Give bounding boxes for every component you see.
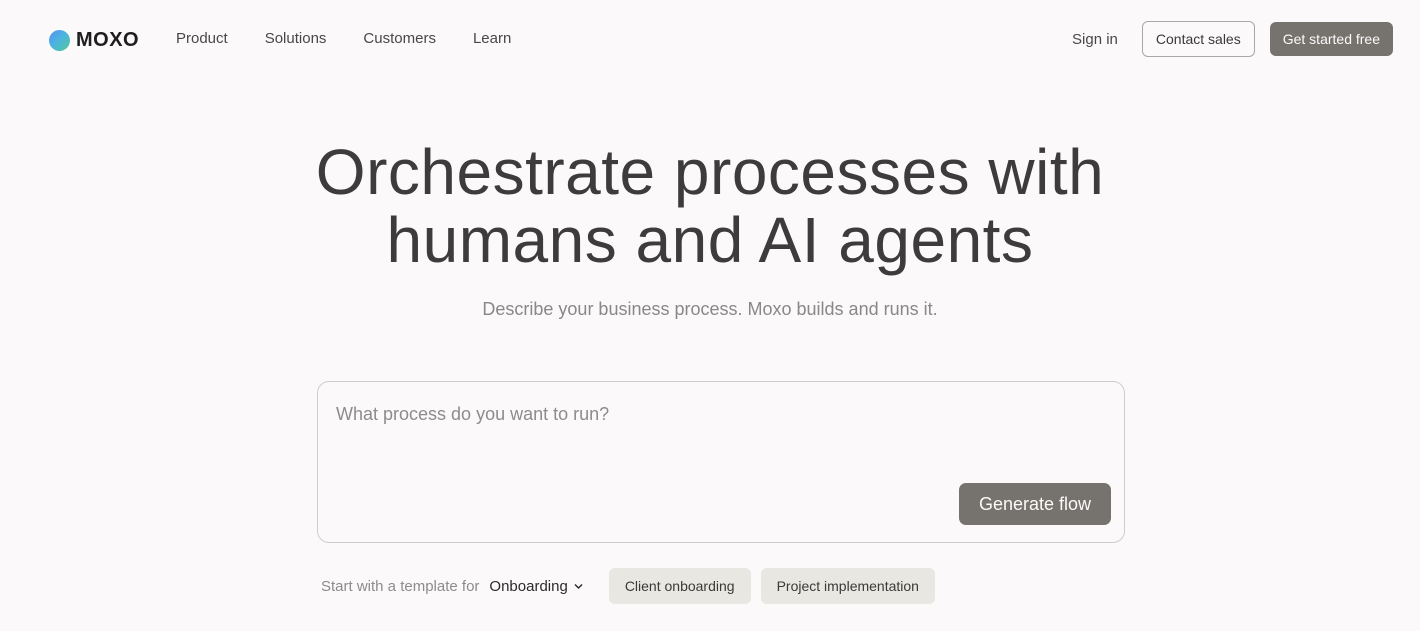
template-picker: Start with a template for Onboarding Cli… xyxy=(321,568,945,604)
nav-link-product[interactable]: Product xyxy=(176,30,228,47)
template-category-select[interactable]: Onboarding xyxy=(489,577,583,595)
process-prompt-box: Generate flow xyxy=(317,381,1125,543)
hero-title-line-1: Orchestrate processes with xyxy=(315,136,1105,208)
get-started-button[interactable]: Get started free xyxy=(1269,22,1393,56)
nav-link-customers[interactable]: Customers xyxy=(363,30,436,47)
hero-subtitle: Describe your business process. Moxo bui… xyxy=(482,299,938,319)
template-label: Start with a template for xyxy=(321,577,480,595)
moxo-logo-icon xyxy=(49,30,70,51)
nav-actions: Sign in Contact sales Get started free xyxy=(1072,21,1393,57)
nav-link-solutions[interactable]: Solutions xyxy=(265,30,327,47)
template-chip-project-implementation[interactable]: Project implementation xyxy=(760,568,935,604)
moxo-logo[interactable]: MOXO xyxy=(49,29,139,52)
top-navigation: MOXO Product Solutions Customers Learn S… xyxy=(0,0,1420,80)
chevron-down-icon xyxy=(574,583,583,589)
contact-sales-button[interactable]: Contact sales xyxy=(1141,21,1255,57)
hero-title-line-2: humans and AI agents xyxy=(386,204,1034,276)
template-chip-client-onboarding[interactable]: Client onboarding xyxy=(608,568,751,604)
sign-in-link[interactable]: Sign in xyxy=(1072,31,1118,48)
template-category-value: Onboarding xyxy=(489,577,568,595)
brand-name: MOXO xyxy=(76,29,140,51)
main-nav: Product Solutions Customers Learn xyxy=(176,30,548,47)
nav-link-learn[interactable]: Learn xyxy=(473,30,511,47)
process-prompt-input[interactable] xyxy=(336,404,1096,425)
generate-flow-button[interactable]: Generate flow xyxy=(958,483,1111,525)
hero-title: Orchestrate processes with humans and AI… xyxy=(0,138,1420,274)
